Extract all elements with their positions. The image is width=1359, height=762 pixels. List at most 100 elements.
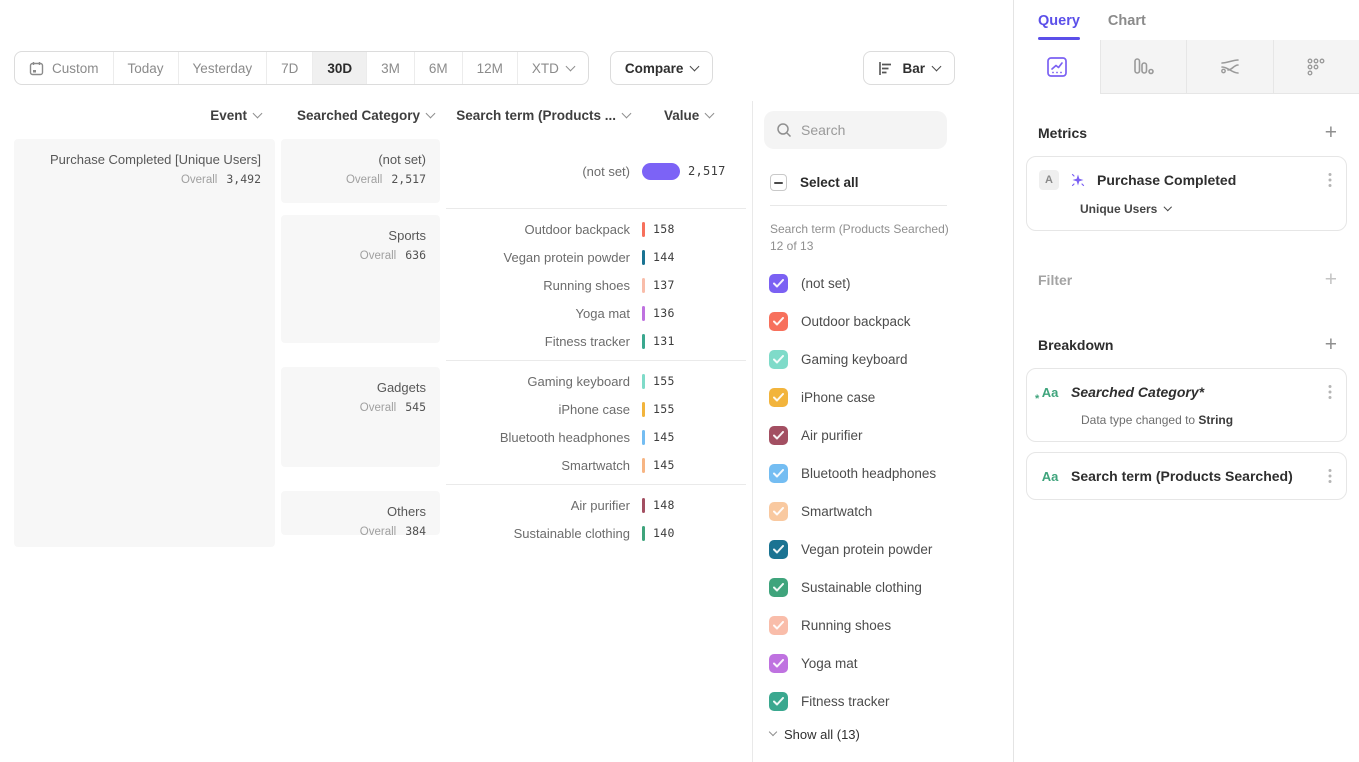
query-panel-tabs: Query Chart: [1014, 0, 1359, 40]
series-checkbox-checked[interactable]: [769, 616, 788, 635]
date-range-label: Custom: [52, 61, 99, 76]
overall-label: Overall: [181, 174, 217, 186]
add-metric-button[interactable]: +: [1325, 122, 1337, 143]
series-checkbox-checked[interactable]: [769, 502, 788, 521]
aggregation-dropdown[interactable]: Unique Users: [1080, 202, 1171, 216]
legend-item[interactable]: Air purifier: [764, 417, 1013, 455]
value-bar: [642, 458, 645, 473]
legend-panel: Select all Search term (Products Searche…: [752, 101, 1013, 762]
legend-search-input[interactable]: [801, 122, 935, 138]
legend-item[interactable]: Bluetooth headphones: [764, 455, 1013, 493]
series-checkbox-checked[interactable]: [769, 464, 788, 483]
legend-item-label: Smartwatch: [801, 504, 872, 519]
event-overall-value: 3,492: [226, 172, 261, 186]
column-header-value[interactable]: Value: [664, 108, 713, 123]
show-all-button[interactable]: Show all (13): [770, 727, 860, 742]
legend-item-label: (not set): [801, 276, 851, 291]
date-range-label: Yesterday: [193, 61, 253, 76]
value-bar: [642, 163, 680, 180]
series-checkbox-checked[interactable]: [769, 540, 788, 559]
metric-name: Purchase Completed: [1097, 172, 1316, 188]
term-row: Outdoor backpack158: [446, 215, 746, 243]
legend-item[interactable]: Yoga mat: [764, 645, 1013, 683]
series-checkbox-checked[interactable]: [769, 312, 788, 331]
series-checkbox-checked[interactable]: [769, 350, 788, 369]
terms-group: (not set)2,517: [446, 139, 746, 209]
chevron-down-icon: [690, 61, 700, 71]
legend-item[interactable]: Smartwatch: [764, 493, 1013, 531]
breakdown-kebab-menu[interactable]: [1326, 466, 1334, 486]
date-range-yesterday[interactable]: Yesterday: [179, 52, 268, 84]
retention-report-tab[interactable]: [1273, 40, 1359, 94]
category-group: OthersOverall384Air purifier148Sustainab…: [281, 491, 746, 547]
show-all-label: Show all (13): [784, 727, 860, 742]
metric-card[interactable]: A Purchase Completed Unique Users: [1026, 156, 1347, 231]
column-header-searched-category[interactable]: Searched Category: [297, 108, 440, 123]
chevron-down-icon: [705, 109, 715, 119]
legend-item[interactable]: (not set): [764, 265, 1013, 303]
aggregation-label: Unique Users: [1080, 202, 1157, 216]
column-header-event[interactable]: Event: [210, 108, 275, 123]
select-all-checkbox-indeterminate[interactable]: [770, 174, 787, 191]
breakdown-card[interactable]: Aa*Searched Category*Data type changed t…: [1026, 368, 1347, 442]
report-type-strip: [1014, 40, 1359, 94]
series-checkbox-checked[interactable]: [769, 654, 788, 673]
overall-label: Overall: [360, 526, 396, 538]
series-checkbox-checked[interactable]: [769, 274, 788, 293]
breakdown-kebab-menu[interactable]: [1326, 382, 1334, 402]
category-overall-value: 2,517: [391, 172, 426, 186]
term-row: iPhone case155: [446, 395, 746, 423]
funnels-icon: [1131, 56, 1155, 78]
legend-item[interactable]: Running shoes: [764, 607, 1013, 645]
flows-report-tab[interactable]: [1186, 40, 1273, 94]
value-cell: 145: [642, 458, 746, 473]
breakdown-card[interactable]: AaSearch term (Products Searched): [1026, 452, 1347, 500]
terms-group: Outdoor backpack158Vegan protein powder1…: [446, 215, 746, 361]
term-label: Running shoes: [446, 278, 642, 293]
chart-type-dropdown[interactable]: Bar: [863, 51, 955, 85]
select-all-row[interactable]: Select all: [770, 174, 1013, 191]
metric-kebab-menu[interactable]: [1326, 170, 1334, 190]
date-range-30d[interactable]: 30D: [313, 52, 367, 84]
term-label: Gaming keyboard: [446, 374, 642, 389]
legend-item[interactable]: Fitness tracker: [764, 683, 1013, 721]
date-range-today[interactable]: Today: [114, 52, 179, 84]
date-range-3m[interactable]: 3M: [367, 52, 415, 84]
add-filter-button[interactable]: +: [1325, 269, 1337, 290]
tab-chart[interactable]: Chart: [1108, 13, 1146, 40]
date-range-12m[interactable]: 12M: [463, 52, 518, 84]
series-checkbox-checked[interactable]: [769, 692, 788, 711]
insights-report-tab[interactable]: [1014, 40, 1100, 94]
legend-item[interactable]: Sustainable clothing: [764, 569, 1013, 607]
compare-button[interactable]: Compare: [610, 51, 714, 85]
value-number: 155: [653, 374, 675, 388]
date-range-6m[interactable]: 6M: [415, 52, 463, 84]
funnels-report-tab[interactable]: [1100, 40, 1187, 94]
table-body: Purchase Completed [Unique Users] Overal…: [14, 139, 746, 547]
add-breakdown-button[interactable]: +: [1325, 334, 1337, 355]
series-checkbox-checked[interactable]: [769, 388, 788, 407]
value-number: 155: [653, 402, 675, 416]
flows-icon: [1218, 56, 1242, 78]
date-range-7d[interactable]: 7D: [267, 52, 313, 84]
legend-item[interactable]: Outdoor backpack: [764, 303, 1013, 341]
category-overall: Overall384: [295, 524, 426, 538]
legend-item[interactable]: Gaming keyboard: [764, 341, 1013, 379]
column-header-search-term[interactable]: Search term (Products ...: [456, 108, 630, 123]
term-label: Vegan protein powder: [446, 250, 642, 265]
series-checkbox-checked[interactable]: [769, 578, 788, 597]
date-range-xtd[interactable]: XTD: [518, 52, 588, 84]
legend-context-label: Search term (Products Searched) 12 of 13: [770, 221, 952, 255]
tab-query[interactable]: Query: [1038, 13, 1080, 40]
category-overall-value: 636: [405, 248, 426, 262]
legend-item[interactable]: Vegan protein powder: [764, 531, 1013, 569]
legend-item[interactable]: iPhone case: [764, 379, 1013, 417]
date-range-label: Today: [128, 61, 164, 76]
series-checkbox-checked[interactable]: [769, 426, 788, 445]
event-spark-icon: [1069, 171, 1087, 189]
date-range-segmented-control: Custom Today Yesterday 7D30D3M6M12MXTD: [14, 51, 589, 85]
retention-icon: [1305, 56, 1327, 78]
chevron-down-icon: [932, 61, 942, 71]
value-bar: [642, 430, 645, 445]
date-range-custom[interactable]: Custom: [15, 52, 114, 84]
